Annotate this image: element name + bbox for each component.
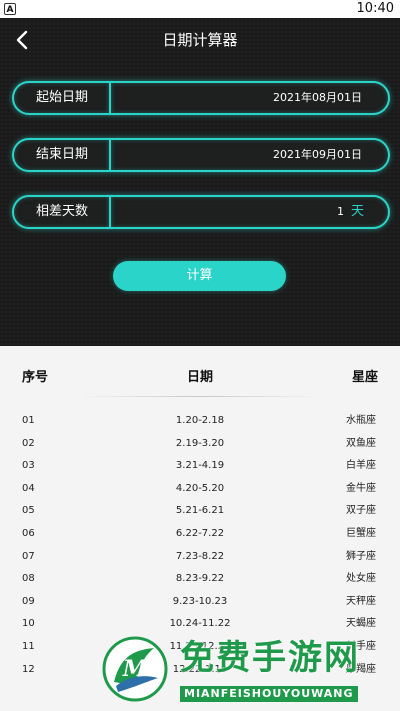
- table-row: 09 9.23-10.23 天秤座: [0, 591, 400, 613]
- column-header-sign: 星座: [351, 370, 378, 385]
- table-row: 07 7.23-8.22 狮子座: [0, 546, 400, 568]
- row-zodiac-sign: 水瓶座: [346, 415, 376, 426]
- field-divider: [109, 197, 111, 227]
- table-row: 05 5.21-6.21 双子座: [0, 500, 400, 522]
- column-header-date: 日期: [186, 370, 213, 385]
- days-unit: 天: [350, 204, 364, 219]
- table-row: 03 3.21-4.19 白羊座: [0, 455, 400, 477]
- start-date-value[interactable]: 2021年08月01日: [273, 83, 362, 113]
- watermark-text: 免费手游网: [180, 638, 360, 678]
- row-zodiac-sign: 金牛座: [346, 482, 376, 494]
- row-zodiac-sign: 天秤座: [346, 595, 376, 607]
- table-row: 06 6.22-7.22 巨蟹座: [0, 523, 400, 545]
- calculator-panel: 日期计算器 起始日期 2021年08月01日 结束日期 2021年09月01日 …: [0, 18, 400, 346]
- field-divider: [109, 140, 111, 170]
- days-diff-label: 相差天数: [36, 204, 89, 219]
- page-title: 日期计算器: [162, 31, 238, 49]
- svg-text:M: M: [122, 656, 148, 682]
- table-row: 04 4.20-5.20 金牛座: [0, 478, 400, 500]
- row-zodiac-sign: 巨蟹座: [346, 528, 376, 539]
- row-date-range: 9.23-10.23: [172, 595, 228, 607]
- watermark: M 免费手游网 MIANFEISHOUYOUWANG: [102, 632, 392, 711]
- row-zodiac-sign: 狮子座: [346, 550, 376, 562]
- end-date-value[interactable]: 2021年09月01日: [273, 140, 362, 170]
- watermark-subtext: MIANFEISHOUYOUWANG: [180, 686, 358, 702]
- row-zodiac-sign: 处女座: [346, 573, 376, 585]
- row-date-range: 4.20-5.20: [175, 482, 225, 494]
- status-bar: A 10:40: [0, 0, 400, 18]
- table-row: 08 8.23-9.22 处女座: [0, 568, 400, 590]
- status-time: 10:40: [356, 1, 394, 16]
- days-diff-field: 相差天数 1 天: [12, 195, 390, 229]
- start-date-label: 起始日期: [36, 90, 89, 105]
- days-diff-value: 1: [337, 205, 344, 218]
- header-divider: [80, 396, 320, 397]
- end-date-label: 结束日期: [36, 147, 89, 162]
- watermark-logo-icon: M: [102, 636, 168, 702]
- field-divider: [109, 83, 111, 113]
- table-row: 01 1.20-2.18 水瓶座: [0, 410, 400, 432]
- row-zodiac-sign: 双鱼座: [346, 437, 376, 449]
- table-row: 02 2.19-3.20 双鱼座: [0, 433, 400, 455]
- calculate-button[interactable]: 计算: [113, 261, 286, 291]
- app-notification-icon: A: [4, 3, 16, 15]
- row-date-range: 2.19-3.20: [175, 437, 225, 449]
- row-date-range: 5.21-6.21: [175, 505, 225, 517]
- row-date-range: 8.23-9.22: [175, 573, 225, 585]
- row-date-range: 1.20-2.18: [175, 415, 225, 426]
- row-zodiac-sign: 白羊座: [346, 460, 376, 472]
- row-date-range: 3.21-4.19: [175, 460, 225, 472]
- row-date-range: 6.22-7.22: [175, 528, 225, 539]
- row-zodiac-sign: 双子座: [346, 505, 376, 517]
- end-date-field[interactable]: 结束日期 2021年09月01日: [12, 138, 390, 172]
- start-date-field[interactable]: 起始日期 2021年08月01日: [12, 81, 390, 115]
- row-date-range: 7.23-8.22: [175, 550, 225, 562]
